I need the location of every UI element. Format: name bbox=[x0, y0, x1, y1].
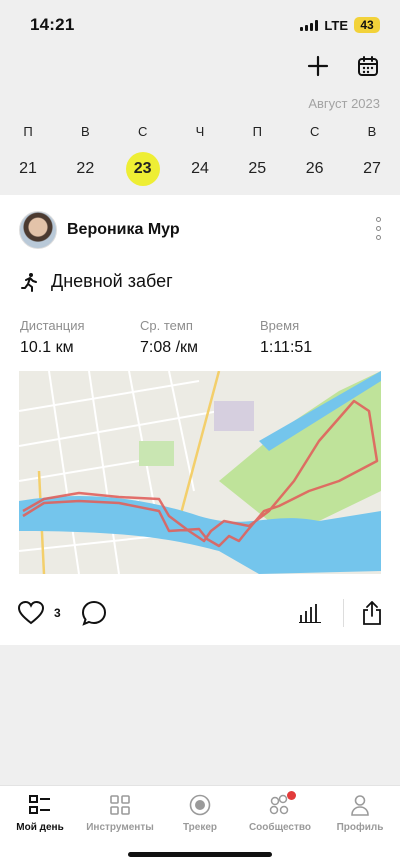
stat-label: Время bbox=[260, 318, 300, 333]
user-row[interactable]: Вероника Мур bbox=[19, 211, 180, 249]
stat-label: Ср. темп bbox=[140, 318, 193, 333]
weekday-label: П bbox=[23, 124, 33, 139]
user-name[interactable]: Вероника Мур bbox=[67, 221, 180, 239]
date-item[interactable]: 21 bbox=[11, 152, 45, 186]
date-item[interactable]: 25 bbox=[240, 152, 274, 186]
status-bar: 14:21 LTE 43 bbox=[0, 0, 400, 50]
tools-grid-icon bbox=[110, 795, 130, 815]
weekday-label: П bbox=[252, 124, 262, 139]
community-icon bbox=[269, 791, 296, 816]
stat-pace: Ср. темп 7:08 /км bbox=[140, 318, 260, 357]
calendar-icon[interactable] bbox=[356, 54, 380, 78]
weekday-label: С bbox=[309, 124, 320, 139]
stat-value: 10.1 км bbox=[20, 339, 74, 356]
nav-my-day[interactable]: Мой день bbox=[0, 794, 80, 866]
more-options-icon[interactable] bbox=[376, 217, 381, 240]
weekday-row: П В С Ч П С В bbox=[0, 124, 400, 139]
running-icon bbox=[21, 272, 37, 292]
date-item[interactable]: 22 bbox=[68, 152, 102, 186]
nav-label: Трекер bbox=[182, 822, 218, 833]
notification-badge bbox=[287, 791, 296, 800]
stat-distance: Дистанция 10.1 км bbox=[20, 318, 140, 357]
nav-label: Мой день bbox=[16, 822, 64, 833]
tracker-icon bbox=[189, 794, 211, 816]
stat-time: Время 1:11:51 bbox=[260, 318, 380, 357]
profile-icon bbox=[351, 795, 369, 816]
status-time: 14:21 bbox=[30, 15, 75, 34]
activity-title: Дневной забег bbox=[51, 271, 173, 291]
battery-indicator: 43 bbox=[354, 17, 380, 33]
status-indicators: LTE 43 bbox=[300, 17, 380, 33]
date-item-selected[interactable]: 23 bbox=[125, 152, 160, 186]
nav-profile[interactable]: Профиль bbox=[320, 794, 400, 866]
month-label: Август 2023 bbox=[308, 96, 380, 111]
my-day-icon bbox=[29, 795, 50, 814]
stat-value: 7:08 /км bbox=[140, 339, 199, 356]
heart-icon[interactable] bbox=[18, 601, 44, 625]
stat-value: 1:11:51 bbox=[260, 339, 313, 356]
like-count: 3 bbox=[54, 606, 61, 620]
home-indicator[interactable] bbox=[128, 852, 272, 857]
activity-card[interactable]: Вероника Мур Дневной забег Дистанция 10.… bbox=[0, 195, 400, 645]
date-row: 21 22 23 24 25 26 27 bbox=[0, 152, 400, 186]
weekday-label: С bbox=[137, 124, 148, 139]
post-actions: 3 bbox=[18, 598, 382, 628]
divider bbox=[343, 599, 344, 627]
stats-chart-icon[interactable] bbox=[299, 603, 321, 623]
weekday-label: В bbox=[80, 124, 90, 139]
nav-label: Сообщество bbox=[248, 822, 312, 833]
plus-icon[interactable] bbox=[306, 54, 330, 78]
nav-label: Профиль bbox=[336, 822, 384, 833]
date-item[interactable]: 24 bbox=[183, 152, 217, 186]
date-item[interactable]: 27 bbox=[355, 152, 389, 186]
weekday-label: В bbox=[367, 124, 377, 139]
nav-label: Инструменты bbox=[86, 822, 154, 833]
header-actions bbox=[306, 54, 380, 78]
share-icon[interactable] bbox=[362, 601, 382, 625]
date-item[interactable]: 26 bbox=[298, 152, 332, 186]
stat-label: Дистанция bbox=[20, 318, 85, 333]
weekday-label: Ч bbox=[195, 124, 205, 139]
stats-row: Дистанция 10.1 км Ср. темп 7:08 /км Врем… bbox=[20, 318, 380, 357]
activity-row: Дневной забег bbox=[20, 271, 173, 292]
comment-icon[interactable] bbox=[81, 600, 107, 626]
route-map[interactable] bbox=[19, 371, 381, 574]
avatar[interactable] bbox=[19, 211, 57, 249]
network-label: LTE bbox=[324, 17, 348, 33]
signal-icon bbox=[300, 19, 319, 31]
